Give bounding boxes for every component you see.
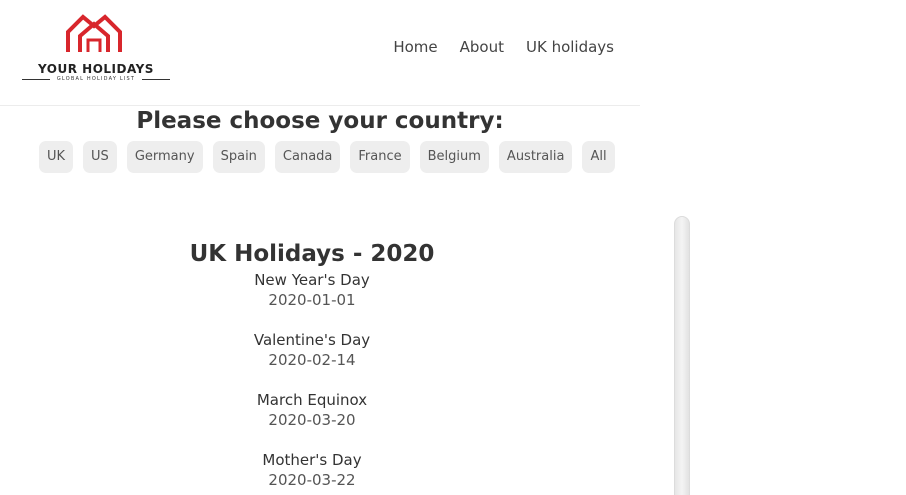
holiday-name: March Equinox (256, 391, 368, 409)
country-button-spain[interactable]: Spain (212, 141, 265, 173)
holiday-item: New Year's Day 2020-01-01 (0, 270, 624, 330)
nav-link-about[interactable]: About (460, 38, 504, 56)
holiday-name: New Year's Day (254, 271, 370, 289)
holiday-name: Valentine's Day (253, 331, 371, 349)
nav-link-home[interactable]: Home (393, 38, 437, 56)
holiday-item: March Equinox 2020-03-20 (0, 390, 624, 450)
holiday-item: Valentine's Day 2020-02-14 (0, 330, 624, 390)
country-button-all[interactable]: All (582, 141, 615, 173)
holiday-date: 2020-02-14 (268, 351, 356, 369)
page: YOUR HOLIDAYS GLOBAL HOLIDAY LIST Home A… (0, 0, 906, 495)
nav-link-uk-holidays[interactable]: UK holidays (526, 38, 614, 56)
country-button-belgium[interactable]: Belgium (419, 141, 489, 173)
country-select-heading: Please choose your country: (136, 108, 504, 134)
country-button-uk[interactable]: UK (39, 141, 74, 173)
country-button-australia[interactable]: Australia (498, 141, 573, 173)
holiday-name: Mother's Day (262, 451, 362, 469)
holiday-list: UK Holidays - 2020 New Year's Day 2020-0… (0, 238, 624, 495)
country-button-france[interactable]: France (350, 141, 410, 173)
country-button-us[interactable]: US (83, 141, 117, 173)
country-button-canada[interactable]: Canada (274, 141, 341, 173)
holiday-list-scrollbar[interactable] (674, 216, 690, 495)
house-logo-icon (66, 14, 122, 52)
holiday-date: 2020-03-20 (268, 411, 356, 429)
logo-title: YOUR HOLIDAYS (38, 62, 154, 76)
main-nav: Home About UK holidays (371, 38, 614, 56)
country-button-group: UK US Germany Spain Canada France Belgiu… (39, 141, 625, 173)
site-logo[interactable]: YOUR HOLIDAYS GLOBAL HOLIDAY LIST (22, 12, 170, 88)
holiday-date: 2020-03-22 (268, 471, 356, 489)
logo-divider-right (142, 79, 170, 80)
country-button-germany[interactable]: Germany (126, 141, 203, 173)
holiday-list-title: UK Holidays - 2020 (189, 241, 435, 267)
holiday-item: Mother's Day 2020-03-22 (0, 450, 624, 495)
site-header: YOUR HOLIDAYS GLOBAL HOLIDAY LIST Home A… (0, 0, 640, 106)
holiday-date: 2020-01-01 (268, 291, 356, 309)
